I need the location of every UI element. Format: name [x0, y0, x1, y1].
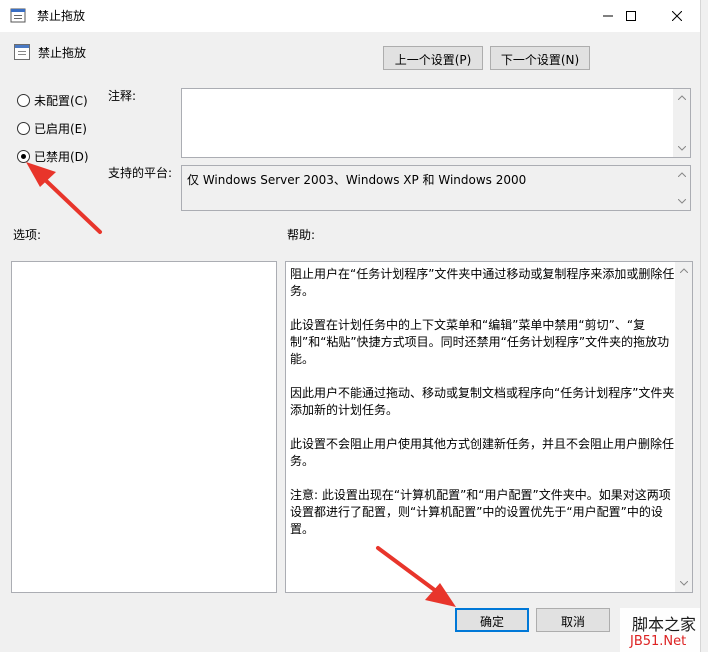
help-paragraph: 因此用户不能通过拖动、移动或复制文档或程序向“任务计划程序”文件夹添加新的计划任… [290, 386, 675, 417]
help-paragraph: 注意: 此设置出现在“计算机配置”和“用户配置”文件夹中。如果对这两项设置都进行… [290, 488, 671, 536]
scroll-down-icon[interactable] [675, 575, 692, 592]
radio-enabled[interactable]: 已启用(E) [17, 120, 87, 137]
help-text: 阻止用户在“任务计划程序”文件夹中通过移动或复制程序来添加或删除任务。 此设置在… [290, 266, 676, 555]
scroll-up-icon[interactable] [673, 166, 690, 183]
comment-scrollbar[interactable] [673, 89, 690, 157]
maximize-button[interactable] [608, 0, 654, 32]
watermark-text: 脚本之家 [632, 615, 697, 634]
radio-label: 未配置(C) [34, 94, 88, 108]
help-scrollbar[interactable] [675, 262, 692, 592]
radio-label: 已启用(E) [34, 122, 87, 136]
comment-label: 注释: [108, 89, 137, 103]
scroll-down-icon[interactable] [673, 193, 690, 210]
setting-icon [14, 44, 30, 60]
radio-circle[interactable] [17, 122, 30, 135]
options-label: 选项: [13, 228, 42, 242]
watermark-url: JB51.Net [630, 634, 687, 649]
radio-circle[interactable] [17, 94, 30, 107]
close-button[interactable] [654, 0, 700, 32]
setting-name: 禁止拖放 [38, 46, 87, 60]
radio-not-configured[interactable]: 未配置(C) [17, 92, 88, 109]
scroll-down-icon[interactable] [673, 140, 690, 157]
help-paragraph: 此设置不会阻止用户使用其他方式创建新任务，并且不会阻止用户删除任务。 [290, 437, 675, 468]
close-icon [672, 11, 682, 21]
platform-label: 支持的平台: [108, 166, 173, 180]
radio-disabled[interactable]: 已禁用(D) [17, 148, 89, 165]
platform-field: 仅 Windows Server 2003、Windows XP 和 Windo… [181, 165, 691, 211]
window-title: 禁止拖放 [37, 9, 86, 23]
options-panel [11, 261, 277, 593]
help-paragraph: 此设置在计划任务中的上下文菜单和“编辑”菜单中禁用“剪切”、“复制”和“粘贴”快… [290, 318, 670, 366]
comment-textarea[interactable] [181, 88, 691, 158]
radio-circle-selected[interactable] [17, 150, 30, 163]
scroll-up-icon[interactable] [673, 89, 690, 106]
help-panel[interactable]: 阻止用户在“任务计划程序”文件夹中通过移动或复制程序来添加或删除任务。 此设置在… [285, 261, 693, 593]
cancel-button[interactable]: 取消 [536, 608, 610, 632]
platform-value: 仅 Windows Server 2003、Windows XP 和 Windo… [187, 173, 527, 187]
maximize-icon [626, 11, 636, 21]
help-paragraph: 阻止用户在“任务计划程序”文件夹中通过移动或复制程序来添加或删除任务。 [290, 267, 675, 298]
radio-label: 已禁用(D) [34, 150, 89, 164]
next-setting-button[interactable]: 下一个设置(N) [490, 46, 590, 70]
previous-setting-button[interactable]: 上一个设置(P) [383, 46, 483, 70]
ok-button[interactable]: 确定 [455, 608, 529, 632]
help-label: 帮助: [287, 228, 316, 242]
policy-window-icon [10, 7, 28, 25]
platform-scrollbar[interactable] [673, 166, 690, 210]
scroll-up-icon[interactable] [675, 262, 692, 279]
window-border [700, 0, 708, 652]
